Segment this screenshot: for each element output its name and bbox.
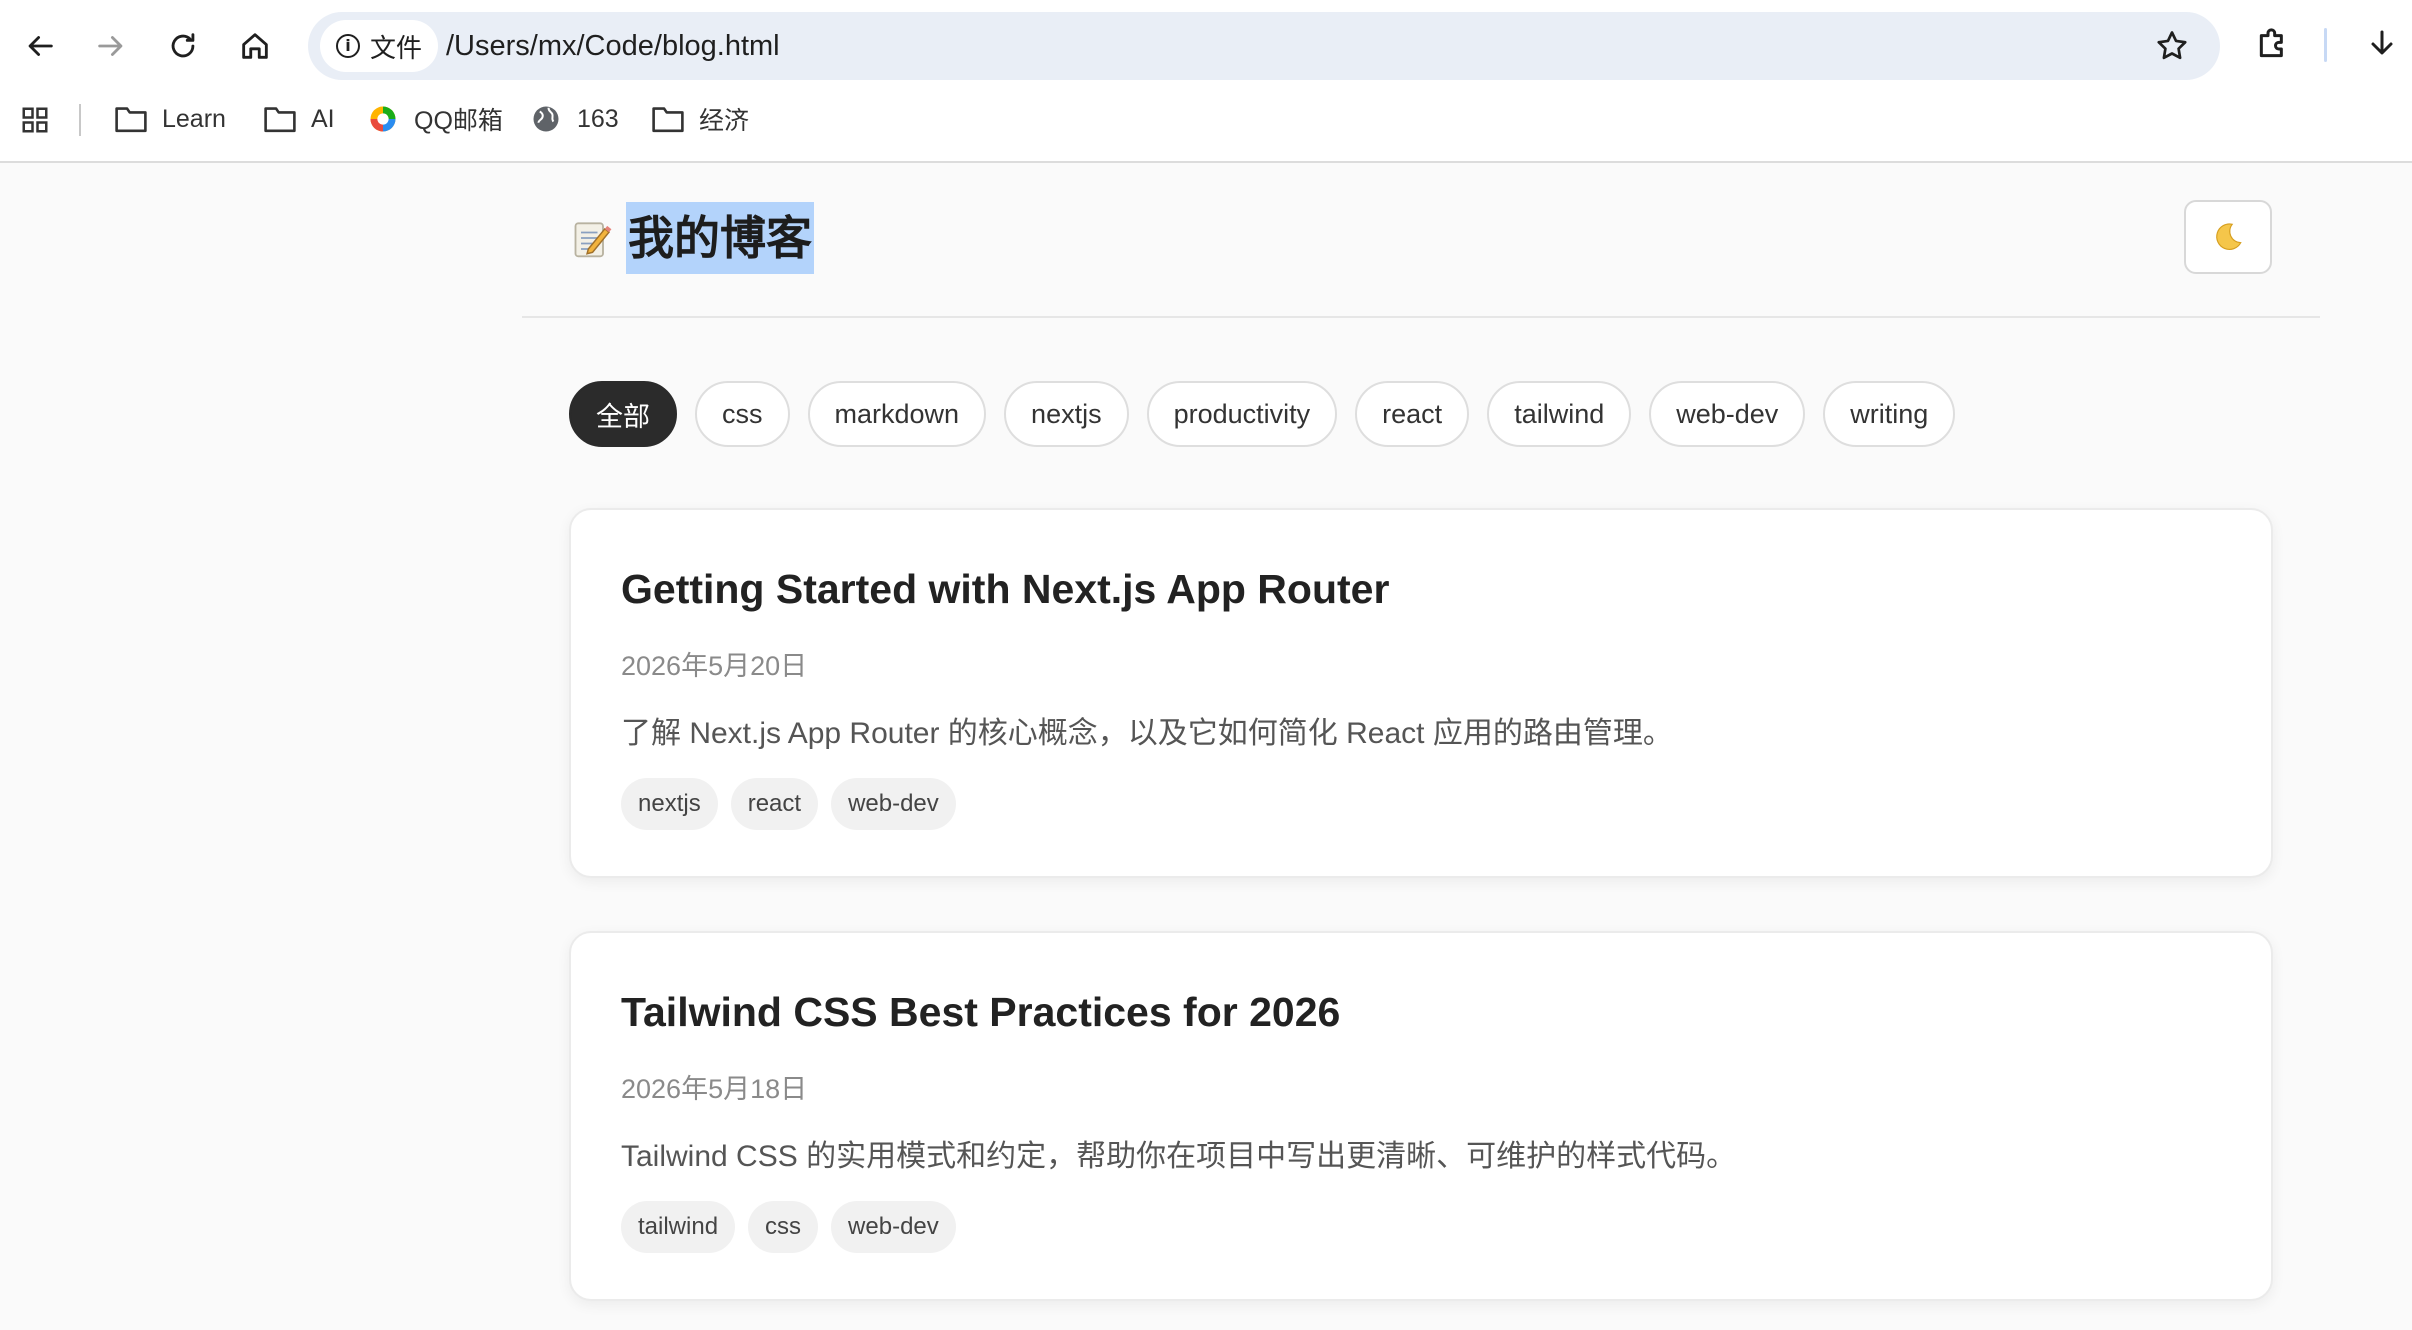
- bookmark-label: Learn: [162, 104, 226, 133]
- memo-icon: [574, 222, 612, 258]
- extensions-puzzle-icon[interactable]: [2253, 24, 2293, 64]
- globe-icon: [533, 106, 559, 132]
- post-card[interactable]: Getting Started with Next.js App Router …: [569, 508, 2273, 878]
- bookmark-163[interactable]: 163: [529, 96, 619, 142]
- bookmark-ai[interactable]: AI: [263, 96, 335, 142]
- tag-filter-tailwind[interactable]: tailwind: [1487, 381, 1632, 447]
- forward-button[interactable]: [87, 22, 135, 70]
- bookmark-economy[interactable]: 经济: [651, 96, 749, 142]
- bookmarks-bar: Learn AI QQ邮箱 163 经济: [0, 96, 2412, 142]
- bookmarks-divider: [79, 104, 81, 136]
- tag-filter-react[interactable]: react: [1355, 381, 1470, 447]
- reload-button[interactable]: [159, 22, 207, 70]
- post-description: Tailwind CSS 的实用模式和约定，帮助你在项目中写出更清晰、可维护的样…: [621, 1140, 1737, 1173]
- bookmark-label: AI: [311, 104, 335, 133]
- tag-filter-nextjs[interactable]: nextjs: [1004, 381, 1129, 447]
- toolbar-divider: [2324, 28, 2327, 62]
- download-icon[interactable]: [2364, 26, 2400, 62]
- theme-toggle-button[interactable]: [2184, 200, 2272, 274]
- post-title[interactable]: Getting Started with Next.js App Router: [621, 566, 1389, 613]
- tag-filter-markdown[interactable]: markdown: [807, 381, 987, 447]
- moon-icon: [2216, 223, 2242, 251]
- home-icon: [242, 33, 268, 59]
- site-info-chip[interactable]: i 文件: [320, 20, 438, 72]
- post-date: 2026年5月20日: [621, 651, 808, 681]
- tag-filter-writing[interactable]: writing: [1823, 381, 1956, 447]
- site-info-label: 文件: [370, 32, 423, 63]
- reload-icon: [171, 33, 195, 58]
- post-tag[interactable]: web-dev: [831, 1201, 956, 1253]
- bookmark-label: QQ邮箱: [414, 107, 503, 135]
- arrow-left-icon: [28, 36, 53, 56]
- tag-filter-web-dev[interactable]: web-dev: [1649, 381, 1806, 447]
- site-title-group: 我的博客: [570, 202, 814, 274]
- info-icon: i: [336, 34, 360, 58]
- address-bar[interactable]: i 文件 /Users/mx/Code/blog.html: [308, 12, 2220, 80]
- post-tag[interactable]: react: [730, 778, 819, 830]
- arrow-right-icon: [98, 36, 123, 56]
- bookmark-label: 经济: [699, 107, 750, 135]
- bookmark-learn[interactable]: Learn: [114, 96, 226, 142]
- tag-filter-css[interactable]: css: [695, 381, 790, 447]
- folder-icon: [264, 107, 296, 133]
- post-card[interactable]: Tailwind CSS Best Practices for 2026 202…: [569, 931, 2273, 1301]
- qqmail-icon: [370, 106, 396, 132]
- folder-icon: [652, 107, 684, 133]
- tag-filter-all[interactable]: 全部: [569, 381, 677, 447]
- post-tag[interactable]: css: [748, 1201, 819, 1253]
- site-title: 我的博客: [626, 202, 814, 274]
- tag-filter-productivity[interactable]: productivity: [1146, 381, 1338, 447]
- back-button[interactable]: [16, 22, 64, 70]
- post-title[interactable]: Tailwind CSS Best Practices for 2026: [621, 989, 1340, 1036]
- url-text[interactable]: /Users/mx/Code/blog.html: [446, 12, 780, 80]
- tag-filter-bar: 全部 css markdown nextjs productivity reac…: [569, 381, 1956, 447]
- post-tag[interactable]: tailwind: [621, 1201, 736, 1253]
- post-date: 2026年5月18日: [621, 1074, 808, 1104]
- post-tag[interactable]: web-dev: [831, 778, 956, 830]
- apps-grid-icon[interactable]: [20, 105, 50, 135]
- post-tags: nextjs react web-dev: [621, 778, 956, 830]
- post-tags: tailwind css web-dev: [621, 1201, 956, 1253]
- browser-toolbar: i 文件 /Users/mx/Code/blog.html Learn AI Q…: [0, 0, 2412, 163]
- bookmark-qqmail[interactable]: QQ邮箱: [366, 96, 503, 142]
- blog-header: 我的博客: [522, 162, 2320, 318]
- bookmark-label: 163: [577, 104, 619, 133]
- folder-icon: [115, 107, 147, 133]
- post-description: 了解 Next.js App Router 的核心概念，以及它如何简化 Reac…: [621, 717, 1673, 750]
- post-tag[interactable]: nextjs: [621, 778, 718, 830]
- home-button[interactable]: [231, 22, 279, 70]
- bookmark-star-icon[interactable]: [2154, 28, 2190, 64]
